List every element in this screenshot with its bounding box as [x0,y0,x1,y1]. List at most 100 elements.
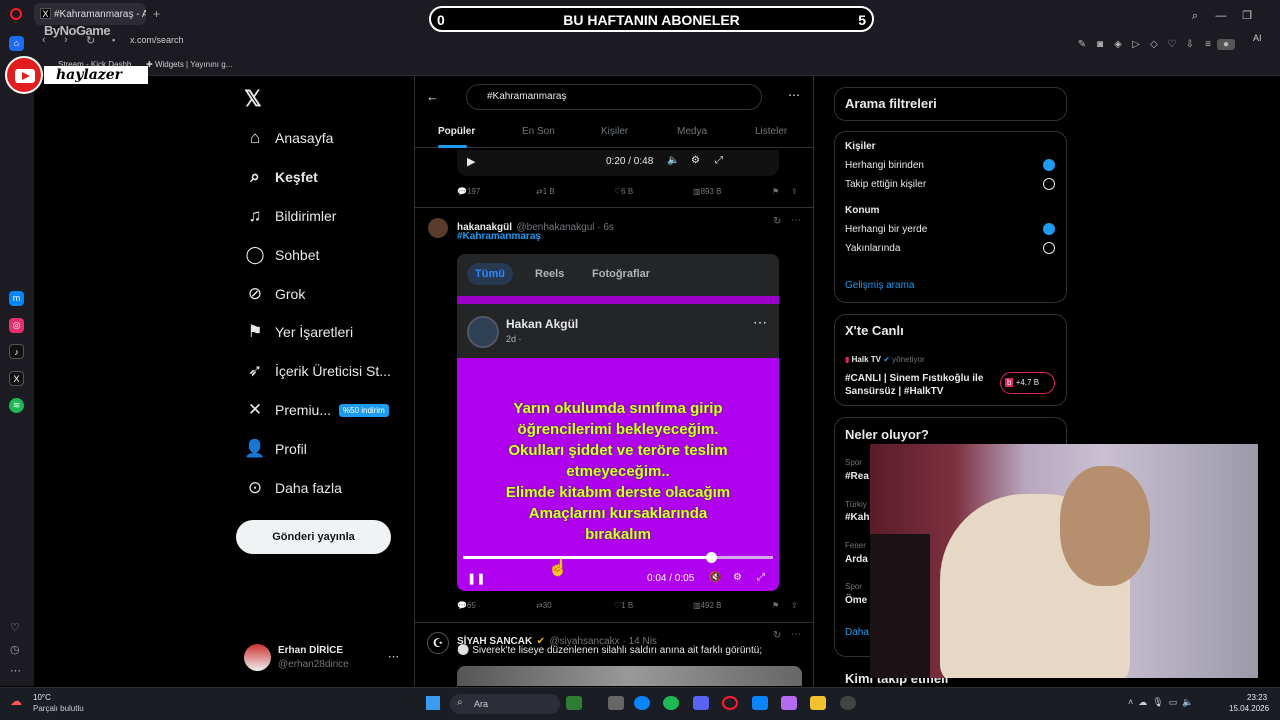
nav-home[interactable]: ⌂ Anasayfa [244,128,334,148]
radio-anyone[interactable] [1043,159,1055,171]
trend-item[interactable]: Öme [845,595,867,606]
fullscreen-icon[interactable]: ⤢ [715,155,723,166]
trends-more-link[interactable]: Daha [845,627,869,638]
tray-arrow-icon[interactable]: ˄ [1128,697,1133,707]
like-button[interactable]: ♡ 1 B [614,601,633,610]
tweet-hashtag[interactable]: #Kahramanmaraş [457,231,541,242]
messenger-icon[interactable]: m [9,291,24,306]
video-progress-track[interactable] [463,552,773,563]
home-sidebar-icon[interactable]: ⌂ [9,36,24,51]
network-icon[interactable]: ▭ [1169,697,1178,707]
tweet-more-icon[interactable]: ⋯ [791,629,801,640]
tweet-media[interactable] [457,666,802,686]
download-icon[interactable]: ⇩ [1181,39,1199,50]
taskbar-search[interactable]: Ara [450,694,560,714]
discord-icon[interactable] [693,696,709,710]
nav-explore[interactable]: ⌕ Keşfet [244,167,318,187]
grok-explain-icon[interactable]: ↻ [773,216,781,227]
live-source[interactable]: ▮ Halk TV ✔ yönetiyor [845,355,925,364]
nav-more[interactable]: ⊙ Daha fazla [244,478,342,498]
taskbar-app-icon[interactable] [566,696,582,710]
radio-anywhere[interactable] [1043,223,1055,235]
post-button[interactable]: Gönderi yayınla [236,520,391,554]
live-text[interactable]: #CANLI | Sinem Fıstıkoğlu ile Sansürsüz … [845,372,995,398]
spotify-icon[interactable]: ≋ [9,398,24,413]
radio-following[interactable] [1043,178,1055,190]
tab-people[interactable]: Kişiler [601,126,628,137]
tab-popular[interactable]: Popüler [438,126,475,137]
search-tabs-icon[interactable]: ⌕ [1182,10,1208,23]
tweet-more-icon[interactable]: ⋯ [791,215,801,226]
advanced-search-link[interactable]: Gelişmiş arama [845,280,914,291]
tweet-video[interactable]: Tümü Reels Fotoğraflar Hakan Akgül 2d · … [457,254,779,591]
account-name[interactable]: Erhan DİRİCE [278,645,343,656]
camera-icon[interactable]: ◙ [1091,39,1109,50]
weather-temp[interactable]: 10°C [33,693,51,702]
tab-latest[interactable]: En Son [522,126,555,137]
clock-time[interactable]: 23:23 [1247,693,1267,702]
new-tab-button[interactable]: + [153,7,160,21]
nav-premium[interactable]: ✕ Premiu... %50 indirim [244,400,389,420]
url-field[interactable]: x.com/search [130,35,184,45]
mute-icon[interactable]: 🔇 [709,572,721,583]
bookmark-widgets[interactable]: ✚ Widgets | Yayınını g... [146,60,232,69]
box-icon[interactable]: ◇ [1145,39,1163,50]
store-icon[interactable] [752,696,768,710]
nav-bookmarks[interactable]: ⚑ Yer İşaretleri [244,322,353,342]
ai-button[interactable]: AI [1253,33,1262,43]
shield-icon[interactable]: ◈ [1109,39,1127,50]
avatar[interactable]: ☪ [427,632,449,654]
account-handle[interactable]: @erhan28dirice [278,659,349,670]
nav-chat[interactable]: ◯ Sohbet [244,245,319,265]
share-button[interactable]: ⇪ [791,187,798,196]
edge-icon[interactable] [634,696,650,710]
weather-icon[interactable]: ☁ [10,694,22,708]
obs-icon[interactable] [840,696,856,710]
trend-item[interactable]: #Rea [845,471,869,482]
weather-desc[interactable]: Parçalı bulutlu [33,704,84,713]
search-more-icon[interactable]: ⋯ [788,88,800,102]
like-button[interactable]: ♡ 6 B [614,187,633,196]
copilot-icon[interactable] [781,696,797,710]
minimize-icon[interactable]: — [1208,10,1234,22]
cloud-icon[interactable]: ☁ [1138,697,1147,707]
nav-creator-studio[interactable]: ➶ İçerik Üreticisi St... [244,361,391,381]
live-listeners[interactable]: b +4,7 B [1000,372,1055,394]
views-button[interactable]: ▥ 893 B [693,187,721,196]
radio-near[interactable] [1043,242,1055,254]
play-icon[interactable]: ▷ [1127,39,1145,50]
settings-icon[interactable]: ⚙ [691,155,700,166]
nav-notifications[interactable]: ♫ Bildirimler [244,206,337,226]
avatar[interactable] [428,218,448,238]
views-button[interactable]: ▥ 492 B [693,601,721,610]
browser-tab[interactable]: X#Kahramanmaraş - Arama [34,3,146,25]
instagram-icon[interactable]: ◎ [9,318,24,333]
reply-button[interactable]: 💬 197 [457,187,480,196]
filter-anywhere[interactable]: Herhangi bir yerde [845,224,927,235]
settings-icon[interactable]: ⚙ [733,572,742,583]
tiktok-icon[interactable]: ♪ [9,344,24,359]
more-sidebar-icon[interactable]: ⋯ [10,664,21,677]
explorer-icon[interactable] [810,696,826,710]
edit-icon[interactable]: ✎ [1073,39,1091,50]
nav-grok[interactable]: ⊘ Grok [244,284,305,304]
account-more-icon[interactable]: ⋯ [388,650,399,663]
trend-item[interactable]: #Kah [845,512,869,523]
search-input[interactable]: #Kahramanmaraş [466,84,762,110]
avatar[interactable] [244,644,271,671]
menu-icon[interactable]: ≡ [1199,39,1217,50]
volume-icon[interactable]: 🔈 [667,155,679,166]
mic-icon[interactable]: 🎙 [1152,697,1163,707]
trend-item[interactable]: Arda [845,554,868,565]
heart-icon[interactable]: ♡ [1163,39,1181,50]
bookmark-button[interactable]: ⚑ [772,601,779,610]
pause-button-icon[interactable]: ❚❚ [467,572,485,585]
share-button[interactable]: ⇪ [791,601,798,610]
x-logo-icon[interactable]: 𝕏 [244,86,262,112]
maximize-icon[interactable]: ❐ [1234,9,1260,22]
speaker-icon[interactable]: 🔈 [1182,697,1193,707]
filter-near[interactable]: Yakınlarında [845,243,900,254]
retweet-button[interactable]: ⇄ 1 B [536,187,555,196]
tab-media[interactable]: Medya [677,126,707,137]
play-button-icon[interactable]: ▶ [467,155,475,168]
